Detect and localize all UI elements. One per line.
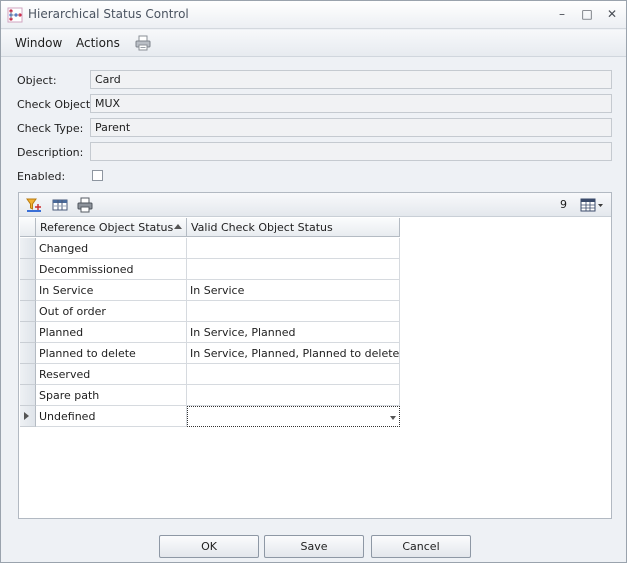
columns-icon[interactable] — [51, 196, 69, 214]
save-button[interactable]: Save — [264, 535, 364, 558]
app-icon — [7, 7, 23, 23]
valid-status-cell[interactable]: In Service — [187, 280, 400, 301]
reference-status-cell[interactable]: Out of order — [36, 301, 187, 322]
cancel-button[interactable]: Cancel — [371, 535, 471, 558]
valid-status-cell[interactable]: In Service, Planned, Planned to delete — [187, 343, 400, 364]
row-indicator[interactable] — [20, 259, 36, 280]
check-object-field[interactable]: MUX — [90, 94, 612, 113]
table-row[interactable]: Planned In Service, Planned — [19, 322, 400, 343]
menu-bar: Window Actions — [1, 30, 626, 57]
row-indicator[interactable] — [20, 301, 36, 322]
valid-status-cell[interactable] — [187, 301, 400, 322]
row-indicator[interactable] — [20, 343, 36, 364]
reference-status-cell[interactable]: Decommissioned — [36, 259, 187, 280]
table-row[interactable]: Decommissioned — [19, 259, 400, 280]
description-field[interactable] — [90, 142, 612, 161]
description-label: Description: — [17, 146, 84, 159]
window-title: Hierarchical Status Control — [28, 7, 189, 21]
valid-status-cell[interactable] — [187, 364, 400, 385]
table-row[interactable]: In Service In Service — [19, 280, 400, 301]
current-row-arrow-icon — [24, 412, 29, 420]
enabled-checkbox[interactable] — [92, 170, 103, 181]
table-row[interactable]: Out of order — [19, 301, 400, 322]
hierarchical-status-window: Hierarchical Status Control – □ ✕ Window… — [0, 0, 627, 563]
menu-actions[interactable]: Actions — [76, 36, 120, 50]
table-row[interactable]: Reserved — [19, 364, 400, 385]
row-indicator[interactable] — [20, 322, 36, 343]
column-header-reference-status[interactable]: Reference Object Status — [36, 218, 187, 237]
reference-status-cell[interactable]: Spare path — [36, 385, 187, 406]
ok-button[interactable]: OK — [159, 535, 259, 558]
row-indicator[interactable] — [20, 406, 36, 427]
printer-icon[interactable] — [134, 34, 152, 52]
row-indicator[interactable] — [20, 238, 36, 259]
reference-status-cell[interactable]: Undefined — [36, 406, 187, 427]
grid-options-icon[interactable] — [579, 196, 605, 214]
table-row[interactable]: Undefined — [19, 406, 400, 427]
reference-status-cell[interactable]: Reserved — [36, 364, 187, 385]
row-indicator[interactable] — [20, 364, 36, 385]
column-header-valid-status[interactable]: Valid Check Object Status — [187, 218, 400, 237]
row-indicator[interactable] — [20, 280, 36, 301]
status-grid: 9 Reference Object Status Valid Check Ob… — [18, 192, 612, 519]
check-object-label: Check Object: — [17, 98, 94, 111]
check-type-field[interactable]: Parent — [90, 118, 612, 137]
column-header-reference-status-label: Reference Object Status — [40, 221, 174, 234]
column-header-valid-status-label: Valid Check Object Status — [191, 221, 333, 234]
reference-status-cell[interactable]: Planned to delete — [36, 343, 187, 364]
print-icon[interactable] — [76, 196, 94, 214]
row-indicator-header — [20, 218, 36, 237]
table-row[interactable]: Changed — [19, 238, 400, 259]
table-row[interactable]: Spare path — [19, 385, 400, 406]
valid-status-dropdown[interactable] — [187, 406, 400, 427]
check-type-label: Check Type: — [17, 122, 84, 135]
table-row[interactable]: Planned to delete In Service, Planned, Pl… — [19, 343, 400, 364]
title-bar[interactable]: Hierarchical Status Control – □ ✕ — [1, 1, 626, 29]
close-button[interactable]: ✕ — [602, 5, 622, 23]
grid-toolbar: 9 — [19, 193, 611, 217]
reference-status-cell[interactable]: Changed — [36, 238, 187, 259]
object-label: Object: — [17, 74, 57, 87]
valid-status-cell[interactable] — [187, 238, 400, 259]
menu-window[interactable]: Window — [15, 36, 62, 50]
reference-status-cell[interactable]: Planned — [36, 322, 187, 343]
chevron-down-icon[interactable] — [390, 416, 396, 420]
row-count: 9 — [560, 198, 567, 211]
valid-status-cell[interactable] — [187, 385, 400, 406]
sort-ascending-icon — [174, 224, 182, 229]
object-field[interactable]: Card — [90, 70, 612, 89]
minimize-button[interactable]: – — [552, 5, 572, 23]
filter-icon[interactable] — [25, 196, 43, 214]
enabled-label: Enabled: — [17, 170, 66, 183]
row-indicator[interactable] — [20, 385, 36, 406]
valid-status-cell[interactable] — [187, 259, 400, 280]
maximize-button[interactable]: □ — [577, 5, 597, 23]
reference-status-cell[interactable]: In Service — [36, 280, 187, 301]
valid-status-cell[interactable]: In Service, Planned — [187, 322, 400, 343]
